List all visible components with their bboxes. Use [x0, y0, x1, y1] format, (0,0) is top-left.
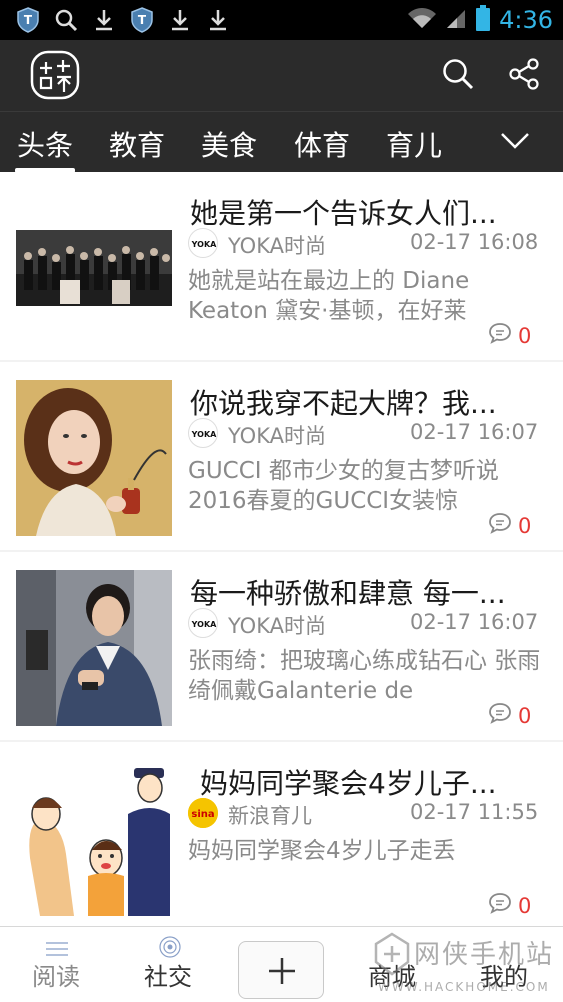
shield-icon: T — [128, 6, 156, 34]
plus-icon — [269, 958, 295, 984]
news-item[interactable]: 妈妈同学聚会4岁儿子... sina 新浪育儿 02-17 11:55 妈妈同学… — [0, 742, 563, 926]
news-title[interactable]: 你说我穿不起大牌？我... — [190, 382, 550, 422]
comment-count: 0 — [518, 894, 532, 918]
download-icon — [166, 6, 194, 34]
news-summary: GUCCI 都市少女的复古梦听说2016春夏的GUCCI女装惊 — [188, 458, 499, 512]
watermark: 网侠手机站 WWW.HACKHOME.COM — [368, 930, 563, 1000]
add-button[interactable] — [238, 941, 324, 999]
comment-icon[interactable] — [488, 702, 512, 724]
news-summary: 她就是站在最边上的 Diane Keaton 黛安·基顿，在好莱 — [188, 268, 470, 322]
tab-headlines[interactable]: 头条 — [14, 124, 76, 173]
news-thumbnail — [16, 570, 172, 726]
news-title[interactable]: 她是第一个告诉女人们... — [190, 192, 550, 232]
download-icon — [204, 6, 232, 34]
shield-icon: T — [14, 6, 42, 34]
signal-icon — [445, 6, 467, 34]
watermark-text: 网侠手机站 — [414, 940, 555, 970]
svg-text:YOKA: YOKA — [191, 620, 218, 629]
nav-label: 社交 — [144, 963, 192, 991]
clock: 4:36 — [499, 6, 553, 34]
target-icon — [159, 936, 181, 958]
source-logo: sina — [188, 798, 218, 828]
news-summary: 张雨绮：把玻璃心练成钻石心 张雨绮佩戴Galanterie de — [188, 648, 541, 702]
nav-label: 阅读 — [32, 963, 80, 991]
search-icon[interactable] — [440, 56, 476, 92]
publish-time: 02-17 16:08 — [410, 230, 539, 254]
svg-text:YOKA: YOKA — [191, 430, 218, 439]
news-summary: 妈妈同学聚会4岁儿子走丢 — [188, 838, 456, 864]
app-header — [0, 40, 563, 112]
source-name: YOKA时尚 — [228, 614, 326, 638]
tab-sports[interactable]: 体育 — [294, 124, 350, 164]
publish-time: 02-17 16:07 — [410, 610, 539, 634]
menu-lines-icon — [46, 942, 68, 956]
search-icon — [52, 6, 80, 34]
svg-text:YOKA: YOKA — [191, 240, 218, 249]
news-title[interactable]: 妈妈同学聚会4岁儿子... — [200, 762, 550, 802]
publish-time: 02-17 16:07 — [410, 420, 539, 444]
source-logo: YOKA — [188, 418, 218, 448]
notification-icons: T T — [14, 6, 232, 34]
chevron-down-icon[interactable] — [498, 126, 532, 156]
app-logo-icon[interactable] — [30, 50, 80, 100]
tab-education[interactable]: 教育 — [109, 124, 165, 164]
publish-time: 02-17 11:55 — [410, 800, 539, 824]
source-logo: YOKA — [188, 228, 218, 258]
watermark-logo-icon — [374, 932, 410, 976]
category-tabs: 头条 教育 美食 体育 育儿 — [0, 112, 563, 173]
news-thumbnail — [16, 758, 172, 916]
system-status: 4:36 — [407, 4, 553, 36]
share-icon[interactable] — [506, 56, 542, 92]
battery-icon — [475, 4, 491, 36]
source-logo: YOKA — [188, 608, 218, 638]
comment-icon[interactable] — [488, 892, 512, 914]
comment-icon[interactable] — [488, 322, 512, 344]
comment-count: 0 — [518, 324, 532, 348]
news-item[interactable]: 你说我穿不起大牌？我... YOKA YOKA时尚 02-17 16:07 GU… — [0, 362, 563, 550]
comment-count: 0 — [518, 514, 532, 538]
source-name: YOKA时尚 — [228, 424, 326, 448]
svg-text:sina: sina — [191, 809, 214, 820]
source-name: YOKA时尚 — [228, 234, 326, 258]
svg-text:T: T — [24, 13, 33, 27]
watermark-url: WWW.HACKHOME.COM — [378, 980, 550, 994]
download-icon — [90, 6, 118, 34]
comment-icon[interactable] — [488, 512, 512, 534]
wifi-icon — [407, 6, 437, 34]
source-name: 新浪育儿 — [228, 804, 312, 828]
news-title[interactable]: 每一种骄傲和肆意 每一... — [190, 572, 550, 612]
status-bar: T T 4:36 — [0, 0, 563, 40]
news-thumbnail — [16, 380, 172, 536]
tab-parenting[interactable]: 育儿 — [386, 124, 442, 164]
news-thumbnail — [16, 230, 172, 306]
svg-text:T: T — [138, 13, 147, 27]
news-item[interactable]: 她是第一个告诉女人们... YOKA YOKA时尚 02-17 16:08 她就… — [0, 172, 563, 360]
comment-count: 0 — [518, 704, 532, 728]
tab-food[interactable]: 美食 — [201, 124, 257, 164]
news-item[interactable]: 每一种骄傲和肆意 每一... YOKA YOKA时尚 02-17 16:07 张… — [0, 552, 563, 740]
